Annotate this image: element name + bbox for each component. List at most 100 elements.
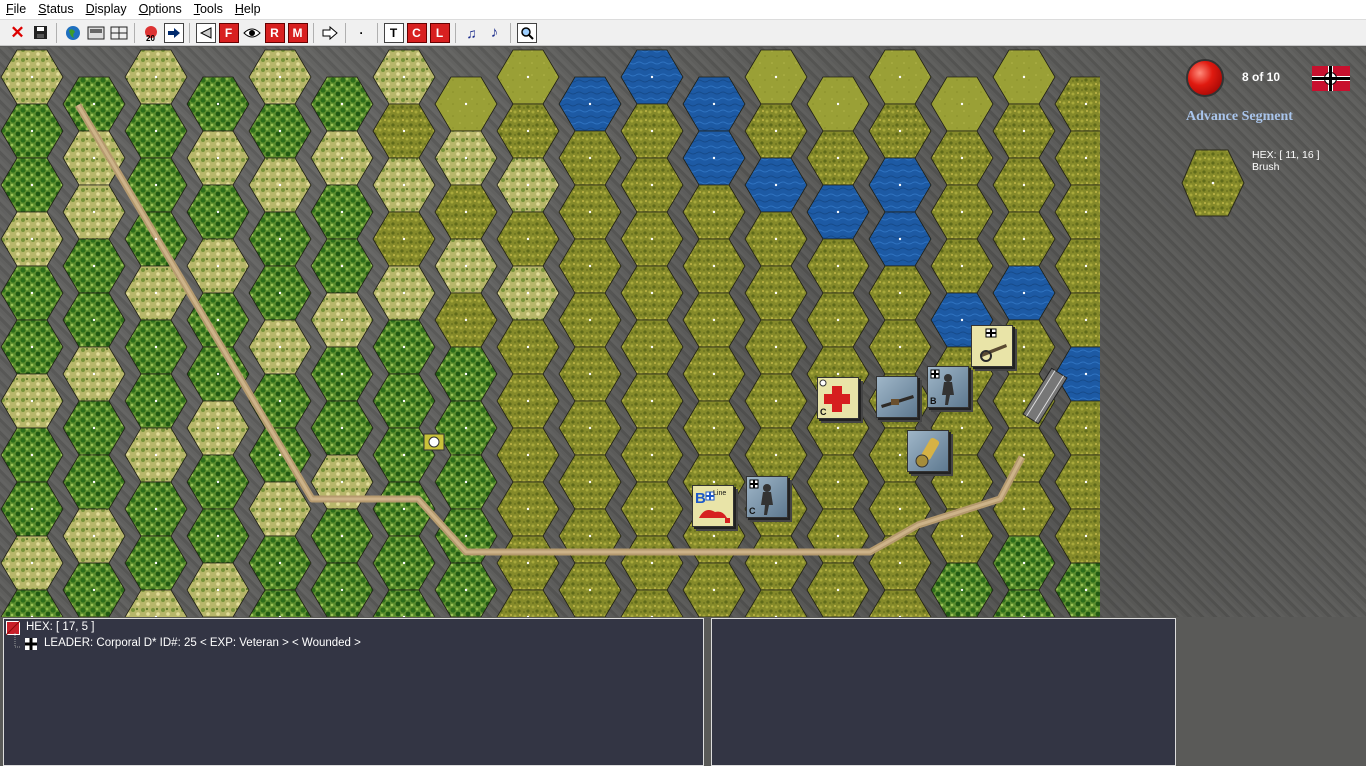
back-triangle-icon[interactable] — [195, 22, 216, 43]
menu-display[interactable]: Display — [80, 0, 133, 19]
forward-arrow-icon[interactable] — [320, 23, 340, 43]
hex-brush[interactable] — [1054, 184, 1100, 240]
hex-center-dot — [92, 426, 96, 430]
phase-indicator-light[interactable] — [1186, 59, 1224, 97]
hex-center-dot — [402, 183, 406, 187]
fx-music-icon[interactable]: ♫ — [462, 23, 482, 43]
hex-brush[interactable] — [744, 589, 808, 617]
map-icon[interactable] — [86, 23, 106, 43]
hex-center-dot — [650, 183, 654, 187]
hex-forest[interactable] — [992, 589, 1056, 617]
hex-forest[interactable] — [1054, 562, 1100, 617]
hex-brush[interactable] — [1054, 238, 1100, 294]
hex-center-dot — [526, 183, 530, 187]
hex-map[interactable] — [0, 47, 1100, 617]
hex-center-dot — [1022, 561, 1026, 565]
menu-accelerator: D — [85, 2, 95, 16]
hex-brush[interactable] — [620, 589, 684, 617]
hex-brush[interactable] — [1054, 508, 1100, 564]
menu-help[interactable]: Help — [229, 0, 267, 19]
hex-center-dot — [836, 318, 840, 322]
hex-center-dot — [340, 210, 344, 214]
menu-options[interactable]: Options — [133, 0, 188, 19]
hex-center-dot — [402, 453, 406, 457]
secondary-info-panel[interactable] — [711, 618, 1176, 766]
hex-center-dot — [464, 588, 468, 592]
hex-center-dot — [30, 183, 34, 187]
hex-brush[interactable] — [1054, 130, 1100, 186]
hex-center-dot — [960, 588, 964, 592]
mg-counter[interactable] — [876, 376, 918, 418]
hex-brush[interactable] — [496, 589, 560, 617]
hex-center-dot — [154, 237, 158, 241]
hex-brush[interactable] — [1054, 76, 1100, 132]
turn-20-icon[interactable]: 20 — [141, 23, 161, 43]
hex-center-dot — [526, 345, 530, 349]
eye-icon[interactable] — [242, 23, 262, 43]
hex-brush[interactable] — [868, 589, 932, 617]
hex-center-dot — [464, 480, 468, 484]
toolbar-separator — [313, 22, 314, 43]
hex-brush[interactable] — [1054, 292, 1100, 348]
hex-center-dot — [588, 318, 592, 322]
hex-grid[interactable] — [0, 49, 1100, 617]
unit-info-panel[interactable]: HEX: [ 17, 5 ] LEADER: Corporal D* ID#: … — [3, 618, 704, 766]
m-icon[interactable]: M — [287, 22, 308, 43]
hex-center-dot — [464, 372, 468, 376]
f-icon[interactable]: F — [218, 22, 239, 43]
hex-center-dot — [650, 75, 654, 79]
c-icon[interactable]: C — [406, 22, 427, 43]
artillery-counter[interactable] — [971, 325, 1013, 367]
hex-forest[interactable] — [0, 589, 64, 617]
hex-center-dot — [154, 345, 158, 349]
hex-brush[interactable] — [1054, 454, 1100, 510]
hex-center-dot — [1022, 183, 1026, 187]
menu-status[interactable]: Status — [32, 0, 79, 19]
hex-center-dot — [526, 453, 530, 457]
hex-forest[interactable] — [248, 589, 312, 617]
menu-file[interactable]: File — [0, 0, 32, 19]
save-icon[interactable] — [31, 23, 51, 43]
t-icon[interactable]: T — [383, 22, 404, 43]
menu-accelerator: F — [6, 2, 14, 16]
hex-center-dot — [650, 507, 654, 511]
phase-title: Advance Segment — [1186, 109, 1293, 124]
mortar-counter[interactable] — [907, 430, 949, 472]
magnify-icon[interactable] — [516, 22, 537, 43]
hex-center-dot — [92, 264, 96, 268]
hex-center-dot — [960, 426, 964, 430]
r-icon[interactable]: R — [264, 22, 285, 43]
hex-center-dot — [712, 264, 716, 268]
hex-center-dot — [278, 291, 282, 295]
menu-tools[interactable]: Tools — [188, 0, 229, 19]
hex-center-dot — [774, 75, 778, 79]
close-icon[interactable]: ✕ — [8, 23, 28, 43]
hex-center-dot — [340, 264, 344, 268]
german-cross-icon — [25, 638, 37, 650]
medic-counter[interactable]: C — [817, 377, 859, 419]
infantry-squad-b-counter[interactable]: B — [927, 366, 969, 408]
toolbar-separator — [455, 22, 456, 43]
hex-center-dot — [1022, 345, 1026, 349]
line-b-counter[interactable]: B Line — [692, 485, 734, 527]
hex-center-dot — [216, 264, 220, 268]
next-arrow-icon[interactable] — [163, 22, 184, 43]
hex-water[interactable] — [1054, 346, 1100, 402]
hex-light[interactable] — [124, 589, 188, 617]
music-icon[interactable]: ♪ — [485, 23, 505, 43]
grid-icon[interactable] — [109, 23, 129, 43]
hex-center-dot — [402, 561, 406, 565]
hex-forest[interactable] — [372, 589, 436, 617]
hex-center-dot — [774, 237, 778, 241]
l-icon[interactable]: L — [429, 22, 450, 43]
hex-info-terrain: Brush — [1252, 161, 1280, 173]
menu-label: tatus — [46, 2, 74, 16]
globe-icon[interactable] — [63, 23, 83, 43]
dot-icon[interactable]: · — [352, 23, 372, 43]
infantry-squad-c-counter[interactable]: C — [746, 476, 788, 518]
hex-center-dot — [30, 291, 34, 295]
svg-text:B: B — [695, 490, 706, 507]
hex-brush[interactable] — [1054, 400, 1100, 456]
objective-marker[interactable] — [423, 433, 445, 451]
hex-center-dot — [650, 399, 654, 403]
